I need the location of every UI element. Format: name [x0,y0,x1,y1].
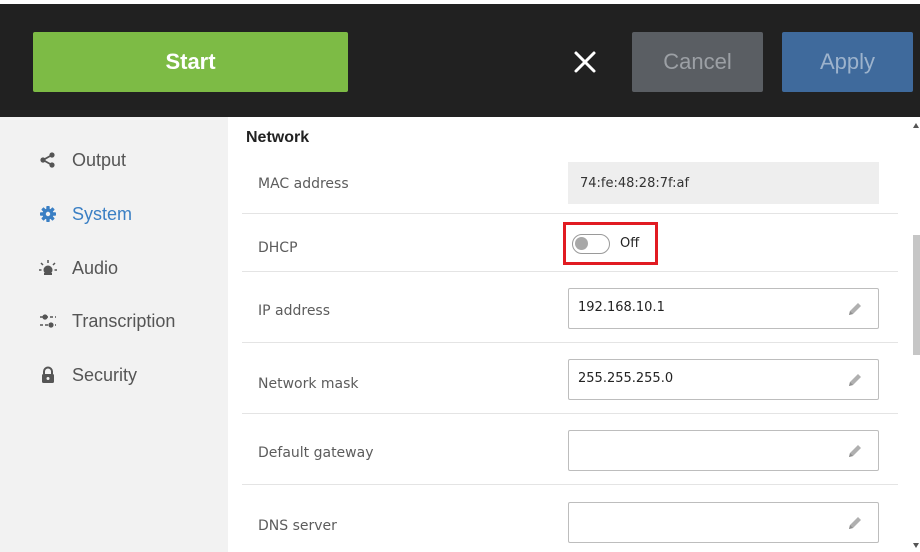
sidebar-item-label: System [72,203,133,224]
network-mask-value: 255.255.255.0 [578,371,674,386]
pencil-icon[interactable] [846,371,864,389]
default-gateway-row: Default gateway [242,414,898,485]
sliders-icon [38,311,58,331]
close-button[interactable] [566,42,604,82]
cancel-button[interactable]: Cancel [632,32,763,92]
pencil-icon[interactable] [846,514,864,532]
network-mask-row: Network mask 255.255.255.0 [242,343,898,414]
sidebar-item-label: Output [72,149,127,170]
mac-address-value: 74:fe:48:28:7f:af [568,162,879,204]
network-mask-field[interactable]: 255.255.255.0 [568,359,879,400]
scroll-down-arrow-icon[interactable] [912,541,920,549]
gear-icon [38,204,58,224]
scroll-up-arrow-icon[interactable] [912,121,920,129]
ip-address-value: 192.168.10.1 [578,300,665,315]
sidebar-item-security[interactable]: Security [38,358,137,392]
dhcp-toggle[interactable] [572,234,610,254]
audio-icon [38,258,58,278]
dns-server-label: DNS server [258,518,337,534]
sidebar-item-transcription[interactable]: Transcription [38,304,175,338]
sidebar-item-label: Audio [72,257,119,278]
pencil-icon[interactable] [846,442,864,460]
dns-server-row: DNS server [242,485,898,552]
dns-server-field[interactable] [568,502,879,543]
apply-button[interactable]: Apply [782,32,913,92]
ip-address-field[interactable]: 192.168.10.1 [568,288,879,329]
ip-address-row: IP address 192.168.10.1 [242,272,898,343]
ip-address-label: IP address [258,303,331,319]
scrollbar[interactable] [912,117,920,552]
default-gateway-label: Default gateway [258,445,374,461]
network-mask-label: Network mask [258,376,359,392]
sidebar-item-audio[interactable]: Audio [38,251,118,285]
scroll-thumb[interactable] [913,235,920,355]
sidebar-item-label: Transcription [72,310,176,331]
sidebar-item-label: Security [72,364,138,385]
start-button[interactable]: Start [33,32,348,92]
mac-address-row: MAC address 74:fe:48:28:7f:af [242,157,898,214]
sidebar: Output System Audio Transcription Securi… [0,117,228,552]
default-gateway-field[interactable] [568,430,879,471]
dhcp-state-label: Off [620,236,640,251]
mac-address-label: MAC address [258,176,349,192]
network-settings-panel: Network MAC address 74:fe:48:28:7f:af DH… [228,117,912,552]
dhcp-label: DHCP [258,240,298,256]
pencil-icon[interactable] [846,300,864,318]
lock-icon [38,365,58,385]
close-icon [574,51,596,73]
sidebar-item-output[interactable]: Output [38,143,126,177]
toggle-knob [575,237,588,250]
sidebar-item-system[interactable]: System [38,197,132,231]
share-icon [38,150,58,170]
section-title: Network [246,129,310,146]
top-toolbar: Start Cancel Apply [0,0,920,117]
